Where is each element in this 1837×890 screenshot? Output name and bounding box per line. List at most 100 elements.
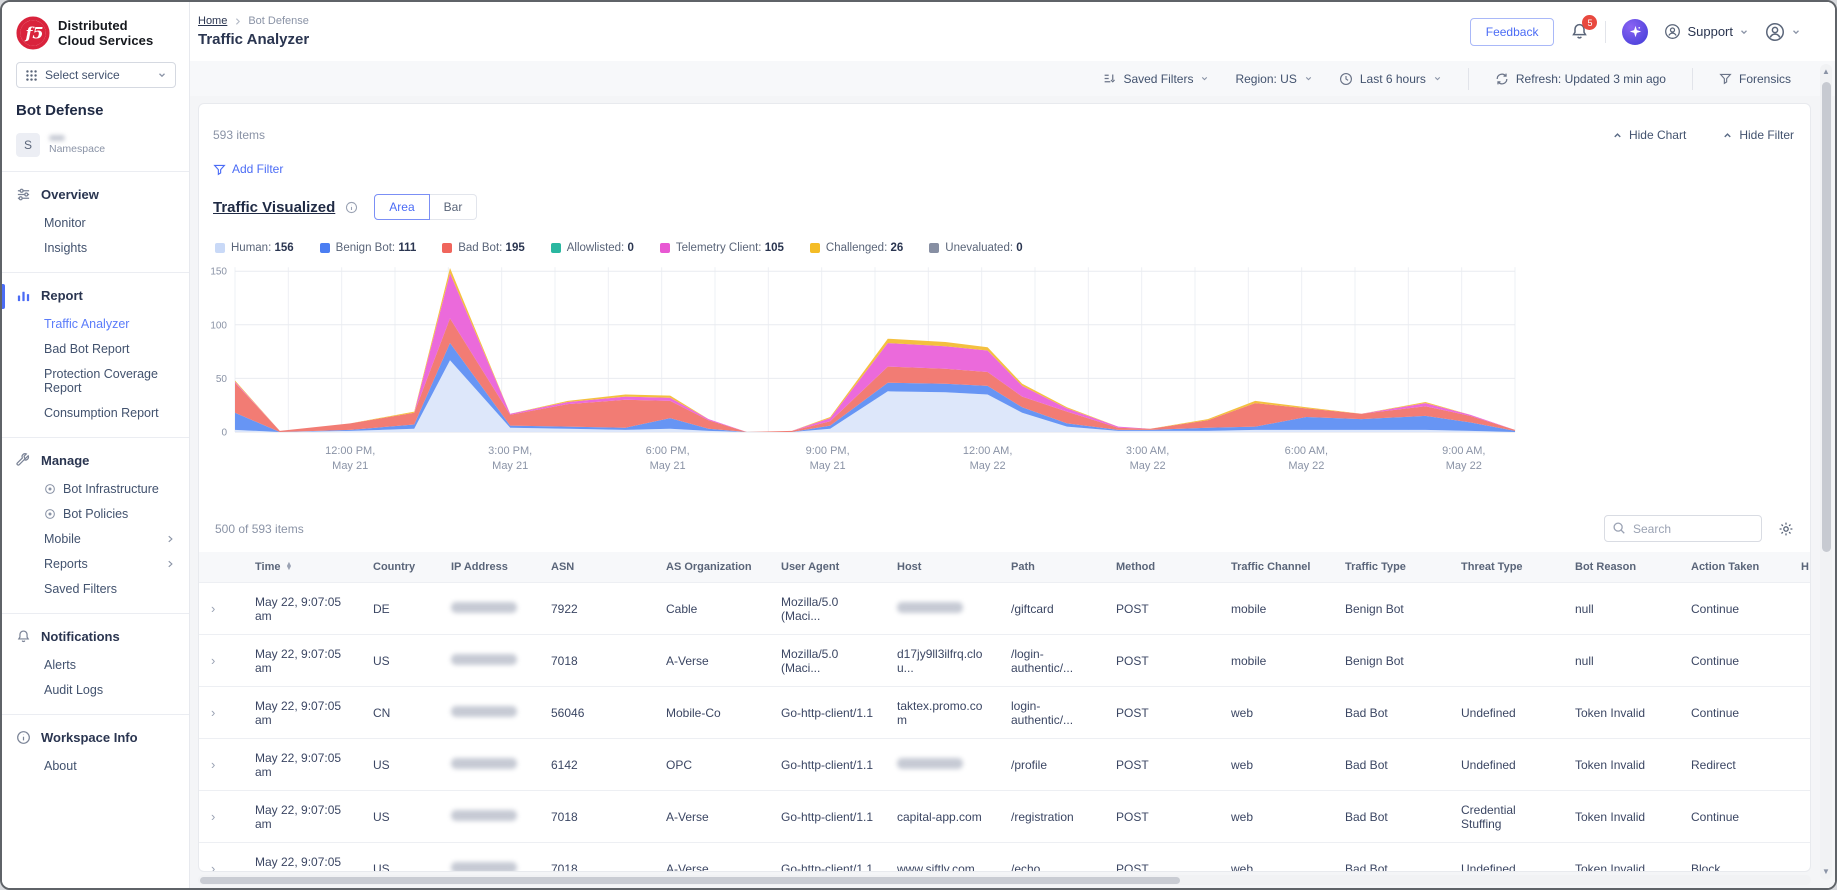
refresh-button[interactable]: Refresh: Updated 3 min ago: [1495, 72, 1666, 86]
sidebar-item-traffic-analyzer[interactable]: Traffic Analyzer: [2, 311, 189, 336]
cell-as_org: Mobile-Co: [654, 686, 769, 739]
cell-value: Continue: [1691, 601, 1740, 616]
vertical-scrollbar[interactable]: ▲ ▼: [1820, 64, 1832, 880]
row-expand-chevron-icon[interactable]: ›: [211, 757, 215, 772]
sidebar-section-manage: Manage Bot Infrastructure Bot Policies Mobi…: [2, 437, 189, 613]
notifications-bell-button[interactable]: 5: [1570, 15, 1598, 41]
column-header-label: Path: [1011, 561, 1035, 573]
table-row[interactable]: › May 22, 9:07:05 am US 6142 OPC Go-http-clie…: [199, 738, 1810, 791]
sidebar-item-alerts[interactable]: Alerts: [2, 652, 189, 677]
sidebar-item-consumption-report[interactable]: Consumption Report: [2, 400, 189, 425]
sidebar-header-report[interactable]: Report: [2, 284, 189, 311]
traffic-chart: 0 50 100 150 12:00 PM, May 21 3:00 PM, May 21 6:…: [199, 264, 1810, 511]
legend-item-bad-bot[interactable]: Bad Bot: 195: [442, 242, 525, 254]
redacted-value: [451, 653, 517, 665]
cell-method: POST: [1104, 842, 1219, 871]
legend-label: Challenged: 26: [825, 242, 904, 254]
legend-item-unevaluated[interactable]: Unevaluated: 0: [929, 242, 1023, 254]
view-bar-button[interactable]: Bar: [429, 194, 478, 220]
breadcrumb-home-link[interactable]: Home: [198, 15, 227, 27]
select-service-dropdown[interactable]: Select service: [16, 62, 176, 88]
search-input[interactable]: [1604, 515, 1762, 542]
row-expand-chevron-icon[interactable]: ›: [211, 653, 215, 668]
sidebar-item-insights[interactable]: Insights: [2, 235, 189, 260]
region-dropdown[interactable]: Region: US: [1235, 72, 1312, 86]
sidebar-header-notifications[interactable]: Notifications: [2, 627, 189, 652]
sort-icon[interactable]: ▲ ▼: [285, 561, 292, 572]
vertical-scrollbar-thumb[interactable]: [1821, 82, 1831, 552]
saved-filters-dropdown[interactable]: Saved Filters: [1103, 72, 1209, 86]
table-row[interactable]: › May 22, 9:07:05 am CN 56046 Mobile-Co Go-ht…: [199, 686, 1810, 739]
legend-item-challenged[interactable]: Challenged: 26: [809, 242, 904, 254]
sidebar-header-manage[interactable]: Manage: [2, 451, 189, 476]
table-row[interactable]: › May 22, 9:07:05 am DE 7922 Cable Mozilla/5.…: [199, 582, 1810, 635]
support-menu[interactable]: Support: [1664, 23, 1749, 40]
cell-value: null: [1575, 601, 1594, 616]
sidebar-item-bad-bot-report[interactable]: Bad Bot Report: [2, 336, 189, 361]
chevron-up-icon: [1722, 130, 1733, 141]
column-header-label: Action Taken: [1691, 561, 1760, 573]
ai-assistant-button[interactable]: [1622, 18, 1649, 45]
table-row[interactable]: › May 22, 9:07:05 am US 7018 A-Verse Go-http-…: [199, 842, 1810, 872]
hide-filter-link[interactable]: Hide Filter: [1722, 128, 1794, 142]
scroll-up-arrow[interactable]: ▲: [1820, 65, 1832, 79]
cell-value: Token Invalid: [1575, 809, 1646, 824]
sidebar-item-monitor[interactable]: Monitor: [2, 210, 189, 235]
cell-value: Go-http-client/1.1: [781, 861, 874, 872]
row-expand-chevron-icon[interactable]: ›: [211, 809, 215, 824]
legend-item-benign-bot[interactable]: Benign Bot: 111: [319, 242, 416, 254]
feedback-button[interactable]: Feedback: [1469, 17, 1555, 46]
cell-value: A-Verse: [666, 809, 709, 824]
redacted-value: [451, 809, 517, 821]
cell-value: Bad Bot: [1345, 809, 1388, 824]
sidebar-item-protection-coverage-report[interactable]: Protection Coverage Report: [2, 361, 189, 400]
cell-h: [1789, 686, 1810, 739]
cell-bot_reason: Token Invalid: [1563, 738, 1679, 791]
sidebar-header-label: Manage: [41, 453, 90, 468]
account-menu[interactable]: [1765, 22, 1801, 42]
chart-title[interactable]: Traffic Visualized: [213, 199, 335, 216]
row-expand-chevron-icon[interactable]: ›: [211, 705, 215, 720]
horizontal-scrollbar[interactable]: [198, 875, 1811, 885]
add-filter-button[interactable]: Add Filter: [213, 162, 283, 176]
cell-value: Continue: [1691, 705, 1740, 720]
column-header-label: Time: [255, 561, 281, 573]
sidebar-header-overview[interactable]: Overview: [2, 185, 189, 210]
sidebar-item-reports[interactable]: Reports: [2, 551, 189, 576]
sidebar-item-audit-logs[interactable]: Audit Logs: [2, 677, 189, 702]
column-header-time[interactable]: Time ▲ ▼: [243, 552, 361, 583]
cell-value: US: [373, 757, 390, 772]
legend-item-telemetry-client[interactable]: Telemetry Client: 105: [659, 242, 784, 254]
row-expand-chevron-icon[interactable]: ›: [211, 601, 215, 616]
toolbar-divider: [1691, 67, 1693, 90]
sidebar-header-label: Overview: [41, 187, 99, 202]
sidebar-item-mobile[interactable]: Mobile: [2, 526, 189, 551]
legend-item-allowlisted[interactable]: Allowlisted: 0: [550, 242, 634, 254]
sidebar-item-about[interactable]: About: [2, 753, 189, 778]
time-range-dropdown[interactable]: Last 6 hours: [1339, 72, 1442, 86]
select-service-label: Select service: [45, 68, 120, 82]
view-area-button[interactable]: Area: [374, 194, 430, 220]
cell-traffic_channel: web: [1219, 790, 1333, 843]
namespace-selector[interactable]: S Namespace: [2, 131, 189, 171]
sidebar-section-workspace-info: Workspace Info About: [2, 714, 189, 790]
cell-value: POST: [1116, 705, 1149, 720]
cell-host: [885, 738, 999, 791]
horizontal-scrollbar-thumb[interactable]: [200, 876, 1180, 884]
gear-icon[interactable]: [1778, 521, 1794, 537]
sidebar-item-label: Monitor: [44, 215, 86, 230]
table-row[interactable]: › May 22, 9:07:05 am US 7018 A-Verse Go-http-…: [199, 790, 1810, 843]
scroll-down-arrow[interactable]: ▼: [1820, 865, 1832, 879]
forensics-button[interactable]: Forensics: [1719, 72, 1791, 86]
cell-action_taken: Continue: [1679, 686, 1789, 739]
sidebar-item-saved-filters[interactable]: Saved Filters: [2, 576, 189, 601]
sidebar-item-bot-infrastructure[interactable]: Bot Infrastructure: [2, 476, 189, 501]
row-expand-chevron-icon[interactable]: ›: [211, 861, 215, 871]
hide-chart-link[interactable]: Hide Chart: [1612, 128, 1686, 142]
sidebar-item-label: Alerts: [44, 657, 76, 672]
sidebar-header-workspace-info[interactable]: Workspace Info: [2, 728, 189, 753]
legend-item-human[interactable]: Human: 156: [215, 242, 294, 254]
table-row[interactable]: › May 22, 9:07:05 am US 7018 A-Verse Mozilla/…: [199, 634, 1810, 687]
sidebar-item-bot-policies[interactable]: Bot Policies: [2, 501, 189, 526]
cell-value: Mozilla/5.0 (Maci...: [781, 646, 839, 675]
